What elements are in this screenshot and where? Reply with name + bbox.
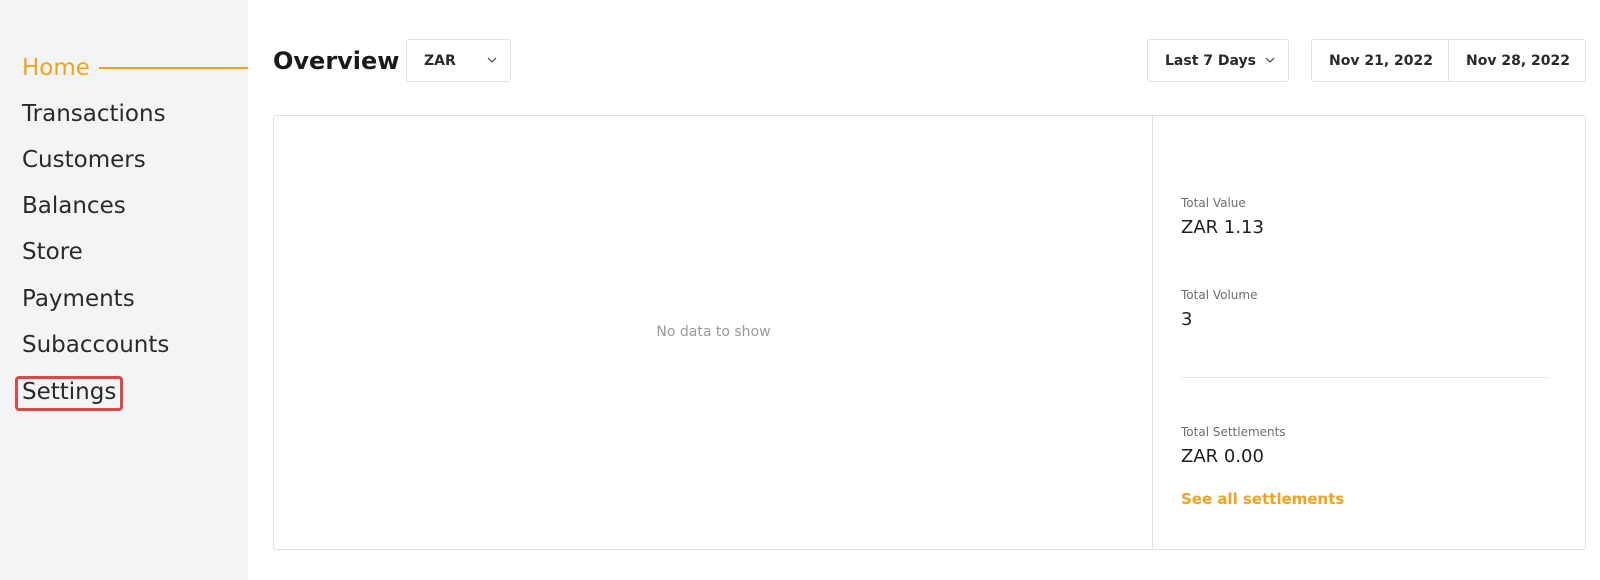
total-settlements: ZAR 0.00	[1181, 446, 1264, 467]
end-date-field[interactable]: Nov 28, 2022	[1448, 40, 1585, 81]
page-title: Overview	[273, 47, 400, 75]
sidebar-item-payments[interactable]: Payments	[22, 284, 135, 314]
sidebar-item-customers[interactable]: Customers	[22, 145, 146, 175]
sidebar: Home Transactions Customers Balances Sto…	[0, 0, 248, 580]
currency-select[interactable]: ZAR	[406, 39, 511, 82]
total-volume: 3	[1181, 309, 1193, 330]
total-value: ZAR 1.13	[1181, 217, 1264, 238]
sidebar-item-transactions[interactable]: Transactions	[22, 99, 166, 129]
see-all-settlements-link[interactable]: See all settlements	[1181, 490, 1344, 508]
date-range-select[interactable]: Last 7 Days	[1147, 39, 1289, 82]
sidebar-item-settings[interactable]: Settings	[22, 377, 116, 407]
overview-card: No data to show Total Value ZAR 1.13 Tot…	[273, 115, 1586, 550]
total-value-label: Total Value	[1181, 196, 1246, 210]
active-indicator-line	[99, 67, 248, 69]
total-settlements-label: Total Settlements	[1181, 425, 1286, 439]
chart-area: No data to show	[274, 116, 1153, 549]
date-range-picker: Nov 21, 2022 Nov 28, 2022	[1311, 39, 1586, 82]
sidebar-item-home[interactable]: Home	[22, 53, 90, 83]
currency-select-value: ZAR	[424, 52, 456, 69]
empty-state-message: No data to show	[656, 324, 771, 340]
stats-divider	[1181, 377, 1549, 378]
chevron-down-icon	[487, 57, 497, 63]
date-range-select-value: Last 7 Days	[1165, 52, 1256, 69]
sidebar-item-store[interactable]: Store	[22, 237, 83, 267]
sidebar-item-subaccounts[interactable]: Subaccounts	[22, 330, 169, 360]
total-volume-label: Total Volume	[1181, 288, 1258, 302]
start-date-field[interactable]: Nov 21, 2022	[1312, 40, 1448, 81]
chevron-down-icon	[1265, 57, 1275, 63]
sidebar-item-balances[interactable]: Balances	[22, 191, 126, 221]
